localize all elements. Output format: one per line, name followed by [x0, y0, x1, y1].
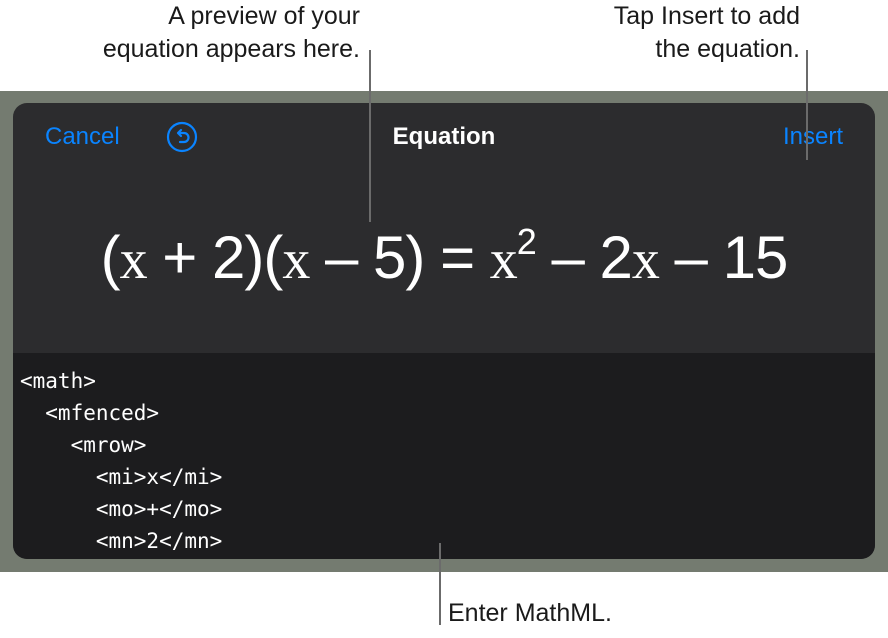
eq-var-x: x: [282, 229, 310, 291]
eq-var-x: x: [489, 229, 518, 291]
eq-close-open: )(: [244, 224, 283, 291]
callout-preview-line2: equation appears here.: [102, 35, 360, 63]
callout-insert: Tap Insert to add the equation.: [500, 0, 800, 66]
callout-leader-line: [439, 543, 441, 625]
code-line: <mo>+</mo>: [20, 497, 223, 521]
eq-minus-5-equals: – 5) =: [309, 224, 490, 291]
code-line: <mrow>: [20, 433, 147, 457]
callout-leader-line: [806, 50, 808, 160]
eq-var-x: x: [631, 229, 660, 291]
eq-minus-15: – 15: [658, 224, 789, 291]
code-line: <mi>x</mi>: [20, 465, 223, 489]
code-line: <mn>2</mn>: [20, 529, 223, 553]
callout-insert-line2: the equation.: [655, 35, 800, 63]
mathml-code[interactable]: <math> <mfenced> <mrow> <mi>x</mi> <mo>+…: [20, 365, 222, 557]
eq-exponent: 2: [516, 221, 537, 262]
eq-plus-2: + 2: [146, 224, 245, 291]
eq-var-x: x: [119, 229, 148, 291]
code-line: <mfenced>: [20, 401, 160, 425]
callout-insert-line1: Tap Insert to add: [613, 2, 800, 30]
equation-preview: (x + 2)(x – 5) = x2 – 2x – 15: [13, 203, 875, 353]
callout-leader-line: [369, 50, 371, 222]
insert-button[interactable]: Insert: [783, 123, 843, 151]
mathml-editor[interactable]: <math> <mfenced> <mrow> <mi>x</mi> <mo>+…: [13, 353, 875, 559]
toolbar: Cancel Equation Insert: [13, 103, 875, 173]
eq-open: (: [100, 224, 121, 291]
eq-minus-2: – 2: [535, 224, 632, 291]
equation-sheet: Cancel Equation Insert (x + 2)(x – 5) = …: [13, 103, 875, 559]
sheet-title: Equation: [392, 123, 496, 150]
callout-preview: A preview of your equation appears here.: [20, 0, 360, 66]
code-line: <math>: [20, 369, 96, 393]
callout-mathml: Enter MathML.: [448, 599, 612, 627]
callout-preview-line1: A preview of your: [168, 2, 360, 30]
